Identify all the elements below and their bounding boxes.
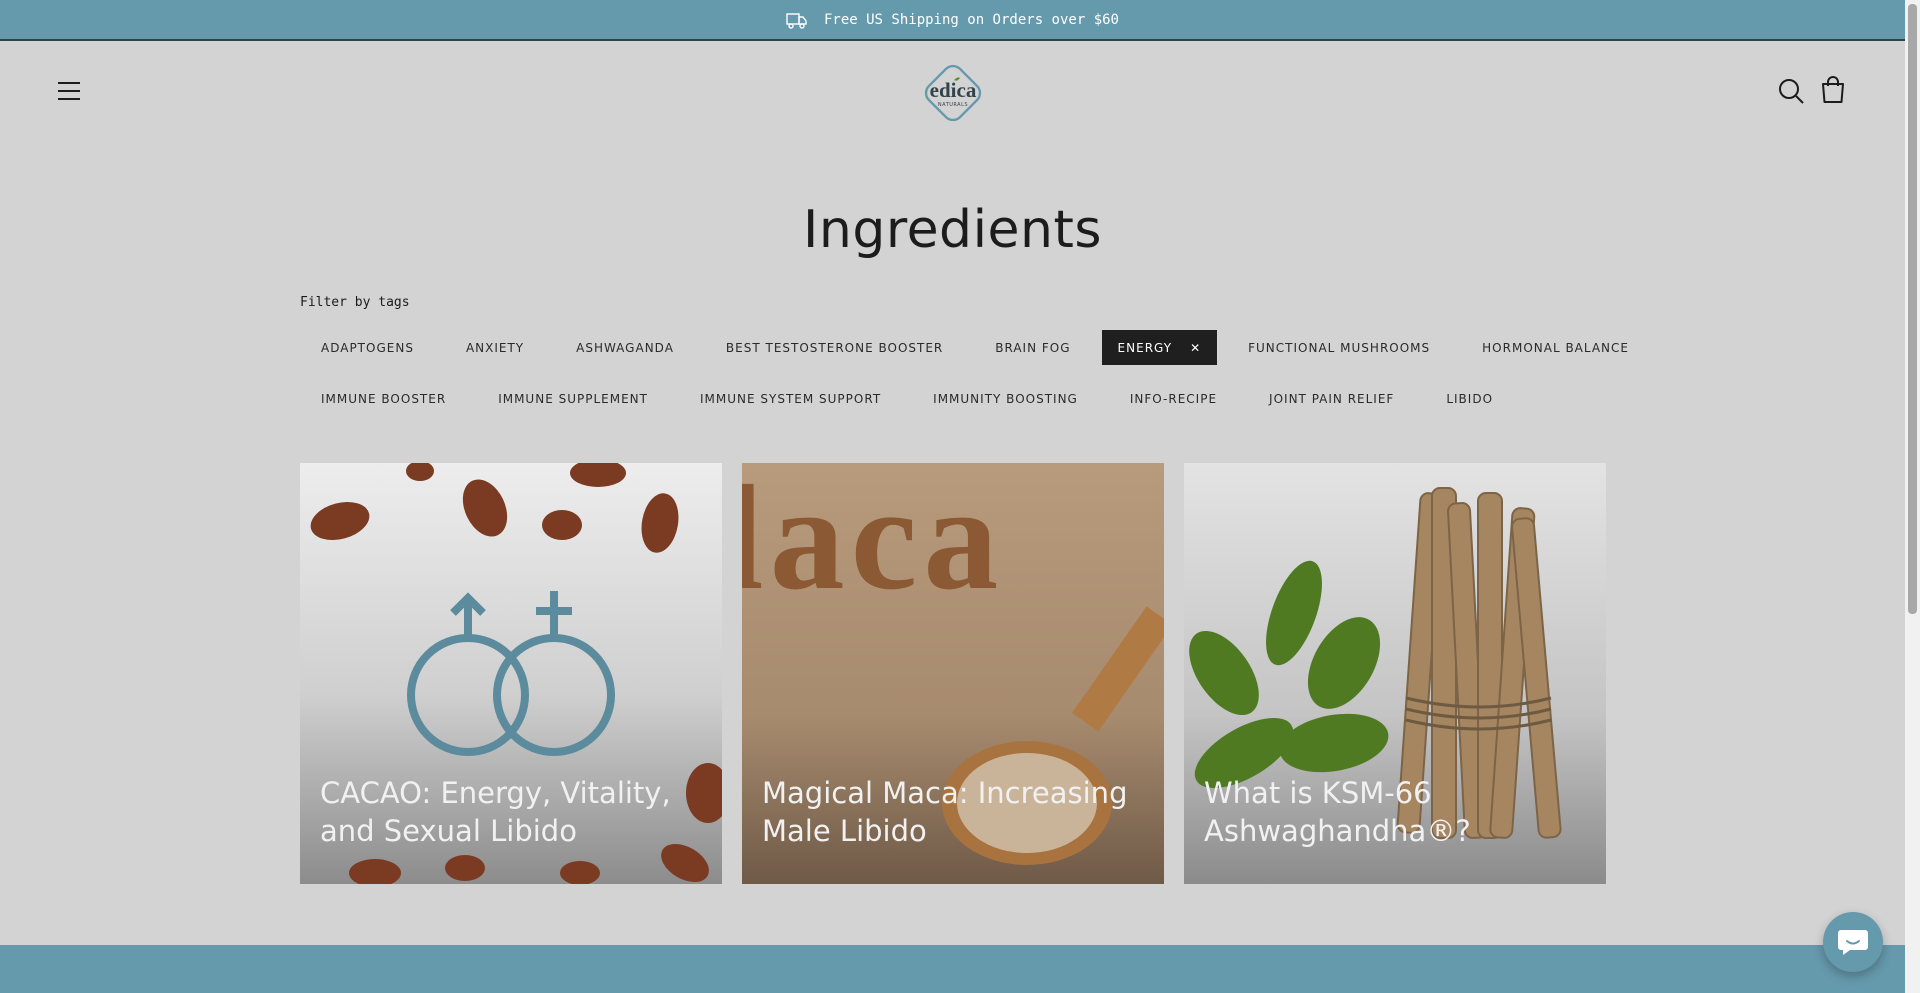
scrollbar-thumb[interactable] [1908, 4, 1917, 614]
site-header: edica NATURALS [0, 42, 1905, 142]
article-title-cacao[interactable]: CACAO: Energy, Vitality, and Sexual Libi… [320, 774, 702, 850]
tag-brain-fog[interactable]: BRAIN FOG [974, 330, 1091, 365]
tag-filter-row-2: IMMUNE BOOSTER IMMUNE SUPPLEMENT IMMUNE … [300, 381, 1514, 416]
maca-image-text: laca [742, 463, 1004, 621]
chat-button[interactable] [1823, 912, 1883, 972]
tag-energy-active[interactable]: ENERGY ✕ [1101, 330, 1218, 365]
article-title-maca[interactable]: Magical Maca: Increasing Male Libido [762, 774, 1144, 850]
tag-functional-mushrooms[interactable]: FUNCTIONAL MUSHROOMS [1227, 330, 1451, 365]
page-scrollbar[interactable] [1905, 0, 1920, 993]
tag-immune-booster[interactable]: IMMUNE BOOSTER [300, 381, 467, 416]
svg-text:NATURALS: NATURALS [938, 102, 968, 108]
tag-immune-supplement[interactable]: IMMUNE SUPPLEMENT [477, 381, 669, 416]
tag-joint-pain-relief[interactable]: JOINT PAIN RELIEF [1248, 381, 1415, 416]
filter-label: Filter by tags [300, 295, 410, 310]
footer-band [0, 945, 1905, 993]
remove-tag-icon[interactable]: ✕ [1190, 341, 1201, 355]
tag-hormonal-balance[interactable]: HORMONAL BALANCE [1461, 330, 1650, 365]
tag-info-recipe[interactable]: INFO-RECIPE [1109, 381, 1238, 416]
search-icon[interactable] [1778, 78, 1804, 104]
announcement-text: Free US Shipping on Orders over $60 [823, 11, 1119, 28]
svg-text:edica: edica [930, 78, 977, 102]
tag-immune-system-support[interactable]: IMMUNE SYSTEM SUPPORT [679, 381, 902, 416]
tag-libido[interactable]: LIBIDO [1425, 381, 1514, 416]
hamburger-menu-icon[interactable] [56, 80, 84, 102]
announcement-bar: Free US Shipping on Orders over $60 [0, 0, 1905, 41]
shopping-bag-icon[interactable] [1820, 76, 1846, 104]
tag-adaptogens[interactable]: ADAPTOGENS [300, 330, 435, 365]
tag-anxiety[interactable]: ANXIETY [445, 330, 545, 365]
tag-ashwaganda[interactable]: ASHWAGANDA [555, 330, 695, 365]
article-card-maca[interactable]: laca Magical Maca: Increasing Male Libid… [742, 463, 1164, 884]
article-grid: CACAO: Energy, Vitality, and Sexual Libi… [300, 463, 1606, 884]
article-card-ashwagandha[interactable]: What is KSM-66 Ashwaghandha®? [1184, 463, 1606, 884]
chat-bubble-icon [1838, 930, 1868, 955]
article-title-ashwagandha[interactable]: What is KSM-66 Ashwaghandha®? [1204, 774, 1586, 850]
site-logo[interactable]: edica NATURALS [916, 56, 990, 130]
page-title: Ingredients [803, 200, 1102, 260]
article-card-cacao[interactable]: CACAO: Energy, Vitality, and Sexual Libi… [300, 463, 722, 884]
tag-filter-row-1: ADAPTOGENS ANXIETY ASHWAGANDA BEST TESTO… [300, 330, 1650, 365]
tag-best-testosterone-booster[interactable]: BEST TESTOSTERONE BOOSTER [705, 330, 964, 365]
truck-icon [786, 12, 807, 29]
tag-immunity-boosting[interactable]: IMMUNITY BOOSTING [912, 381, 1099, 416]
tag-energy-label: ENERGY [1117, 340, 1173, 355]
